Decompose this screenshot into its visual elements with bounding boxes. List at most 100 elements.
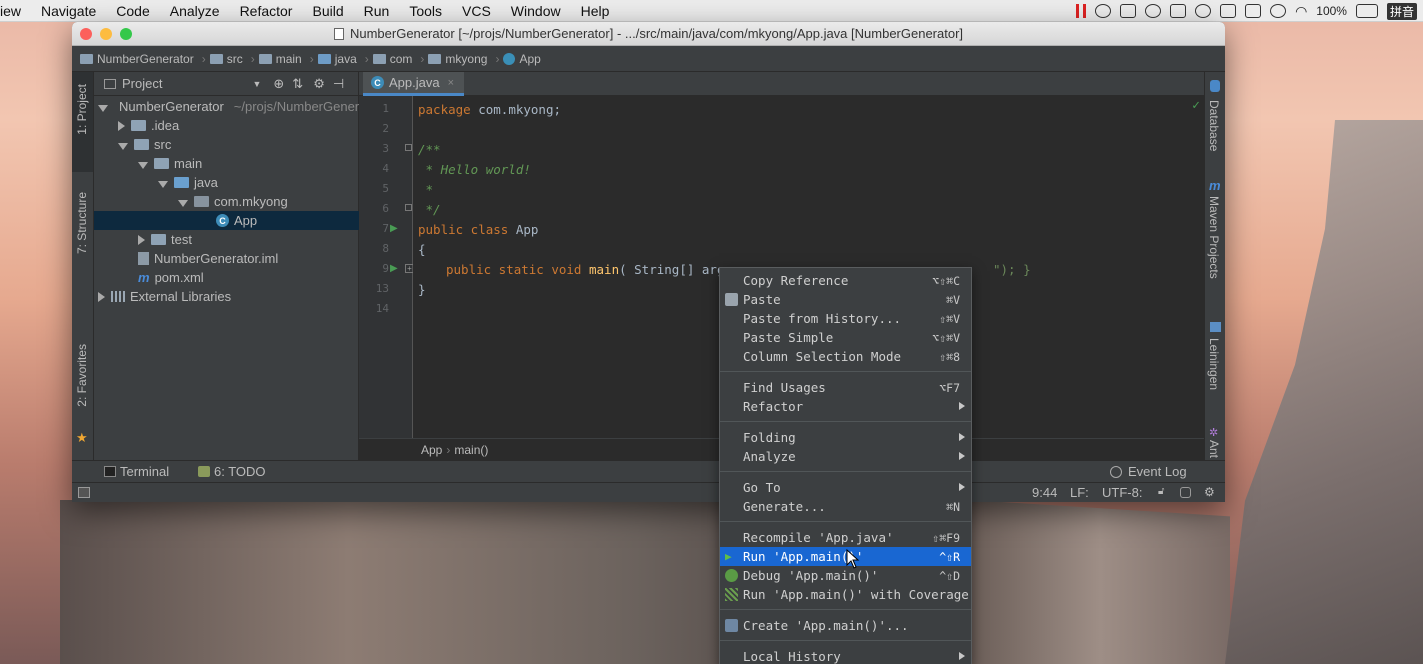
toggle-toolwindows-icon[interactable] — [78, 487, 90, 498]
menu-tools[interactable]: Tools — [399, 3, 452, 19]
pause-icon[interactable] — [1076, 4, 1087, 18]
menu-refactor[interactable]: Refactor — [230, 3, 303, 19]
tree-item-external-libraries[interactable]: External Libraries — [94, 287, 359, 306]
menu-item-paste-from-history[interactable]: Paste from History... ⇧⌘V — [720, 309, 971, 328]
tree-item-idea[interactable]: .idea — [94, 116, 359, 135]
tree-item-package[interactable]: com.mkyong — [94, 192, 359, 211]
menu-item-generate[interactable]: Generate... ⌘N — [720, 497, 971, 516]
tree-item-pom[interactable]: m pom.xml — [94, 268, 359, 287]
terminal-button[interactable]: Terminal — [104, 464, 169, 479]
menu-analyze[interactable]: Analyze — [160, 3, 230, 19]
breadcrumb-java[interactable]: java — [317, 52, 357, 66]
chevron-down-icon[interactable]: ▼ — [252, 79, 261, 89]
tab-database[interactable]: Database — [1207, 100, 1221, 151]
bank-icon[interactable] — [1220, 4, 1237, 18]
chevron-right-icon: › — [250, 51, 255, 66]
menu-item-run-with-coverage[interactable]: Run 'App.main()' with Coverage — [720, 585, 971, 604]
tab-project[interactable]: 1: Project — [75, 84, 89, 135]
libraries-icon — [111, 291, 125, 302]
inspection-ok-icon[interactable]: ✓ — [1192, 98, 1200, 113]
battery-icon[interactable] — [1355, 4, 1378, 18]
translate-icon[interactable] — [1245, 4, 1262, 18]
fold-icon[interactable] — [405, 144, 412, 151]
locate-icon[interactable]: ⊕ — [273, 76, 284, 92]
settings-icon[interactable]: ⚙ — [1204, 485, 1215, 499]
breadcrumb-com[interactable]: com — [372, 52, 412, 66]
run-class-gutter-icon[interactable]: ▶ — [390, 223, 398, 234]
hector-icon[interactable] — [1180, 487, 1191, 498]
close-tab-icon[interactable]: × — [448, 77, 454, 89]
menu-code[interactable]: Code — [106, 3, 159, 19]
file-encoding[interactable]: UTF-8: — [1102, 485, 1142, 500]
collapse-all-icon[interactable]: ⇅ — [292, 76, 303, 92]
menu-item-recompile[interactable]: Recompile 'App.java' ⇧⌘F9 — [720, 528, 971, 547]
event-log-button[interactable]: Event Log — [1110, 464, 1187, 479]
project-view-select[interactable]: Project — [122, 76, 162, 91]
editor-crumb-class[interactable]: App — [421, 443, 442, 457]
menu-item-refactor[interactable]: Refactor — [720, 397, 971, 416]
breadcrumb-project[interactable]: NumberGenerator — [80, 52, 194, 66]
shortcut: ^⇧R — [939, 549, 960, 564]
info-icon[interactable] — [1095, 4, 1112, 18]
code-line-4: * Hello world! — [418, 162, 531, 177]
debug-icon — [725, 569, 738, 582]
hide-panel-icon[interactable]: ⊣ — [333, 76, 344, 92]
todo-button[interactable]: 6: TODO — [198, 464, 266, 479]
tree-item-project-root[interactable]: NumberGenerator~/projs/NumberGenerator — [94, 97, 359, 116]
menu-item-copy-reference[interactable]: Copy Reference ⌥⇧⌘C — [720, 271, 971, 290]
menu-window[interactable]: Window — [501, 3, 571, 19]
menu-navigate[interactable]: Navigate — [31, 3, 106, 19]
minimize-window-button[interactable] — [100, 28, 112, 40]
zoom-window-button[interactable] — [120, 28, 132, 40]
tab-ant[interactable]: Ant — [1207, 440, 1221, 458]
menu-item-find-usages[interactable]: Find Usages ⌥F7 — [720, 378, 971, 397]
tree-item-iml[interactable]: NumberGenerator.iml — [94, 249, 359, 268]
menu-item-paste[interactable]: Paste ⌘V — [720, 290, 971, 309]
close-window-button[interactable] — [80, 28, 92, 40]
menu-item-column-selection-mode[interactable]: Column Selection Mode ⇧⌘8 — [720, 347, 971, 366]
menu-item-analyze[interactable]: Analyze — [720, 447, 971, 466]
tab-favorites[interactable]: 2: Favorites — [75, 344, 89, 407]
folder-icon — [154, 158, 169, 169]
input-method[interactable]: 拼音 — [1386, 2, 1417, 20]
lock-icon[interactable]: 🔓︎ — [1158, 486, 1164, 497]
bluetooth-icon[interactable] — [1270, 4, 1287, 18]
menu-help[interactable]: Help — [571, 3, 620, 19]
gear-icon[interactable]: ⚙ — [313, 76, 325, 92]
menu-build[interactable]: Build — [302, 3, 353, 19]
tab-leiningen[interactable]: Leiningen — [1207, 338, 1221, 390]
menu-item-local-history[interactable]: Local History — [720, 647, 971, 664]
chevron-right-icon: › — [420, 51, 425, 66]
menu-view[interactable]: iew — [0, 3, 31, 19]
menu-item-create-run-config[interactable]: Create 'App.main()'... — [720, 616, 971, 635]
fold-icon[interactable] — [405, 204, 412, 211]
tab-maven-projects[interactable]: Maven Projects — [1207, 196, 1221, 279]
wifi-icon[interactable]: ◠ — [1295, 3, 1307, 20]
fork-icon[interactable] — [1170, 4, 1187, 18]
menu-vcs[interactable]: VCS — [452, 3, 501, 19]
run-method-gutter-icon[interactable]: ▶ — [390, 263, 398, 274]
expanded-arrow-icon — [118, 142, 128, 150]
tree-item-app-class[interactable]: C App — [94, 211, 359, 230]
tree-item-test[interactable]: test — [94, 230, 359, 249]
menu-run[interactable]: Run — [354, 3, 400, 19]
caret-position[interactable]: 9:44 — [1032, 485, 1057, 500]
breadcrumb-src[interactable]: src — [209, 52, 243, 66]
editor-crumb-method[interactable]: main() — [454, 443, 488, 457]
docker-icon[interactable] — [1120, 4, 1137, 18]
breadcrumb-mkyong[interactable]: mkyong — [428, 52, 487, 66]
tab-structure[interactable]: 7: Structure — [75, 192, 89, 254]
breadcrumb-app[interactable]: App — [503, 52, 541, 66]
tree-item-main[interactable]: main — [94, 154, 359, 173]
blocked-icon[interactable] — [1195, 4, 1212, 18]
line-separator[interactable]: LF: — [1070, 485, 1089, 500]
menu-item-go-to[interactable]: Go To — [720, 478, 971, 497]
breadcrumb-main[interactable]: main — [258, 52, 302, 66]
tab-app-java[interactable]: C App.java × — [363, 72, 465, 96]
line-number: 14 — [375, 302, 389, 315]
sync-icon[interactable] — [1145, 4, 1162, 18]
tree-item-java[interactable]: java — [94, 173, 359, 192]
menu-item-folding[interactable]: Folding — [720, 428, 971, 447]
tree-item-src[interactable]: src — [94, 135, 359, 154]
menu-item-paste-simple[interactable]: Paste Simple ⌥⇧⌘V — [720, 328, 971, 347]
